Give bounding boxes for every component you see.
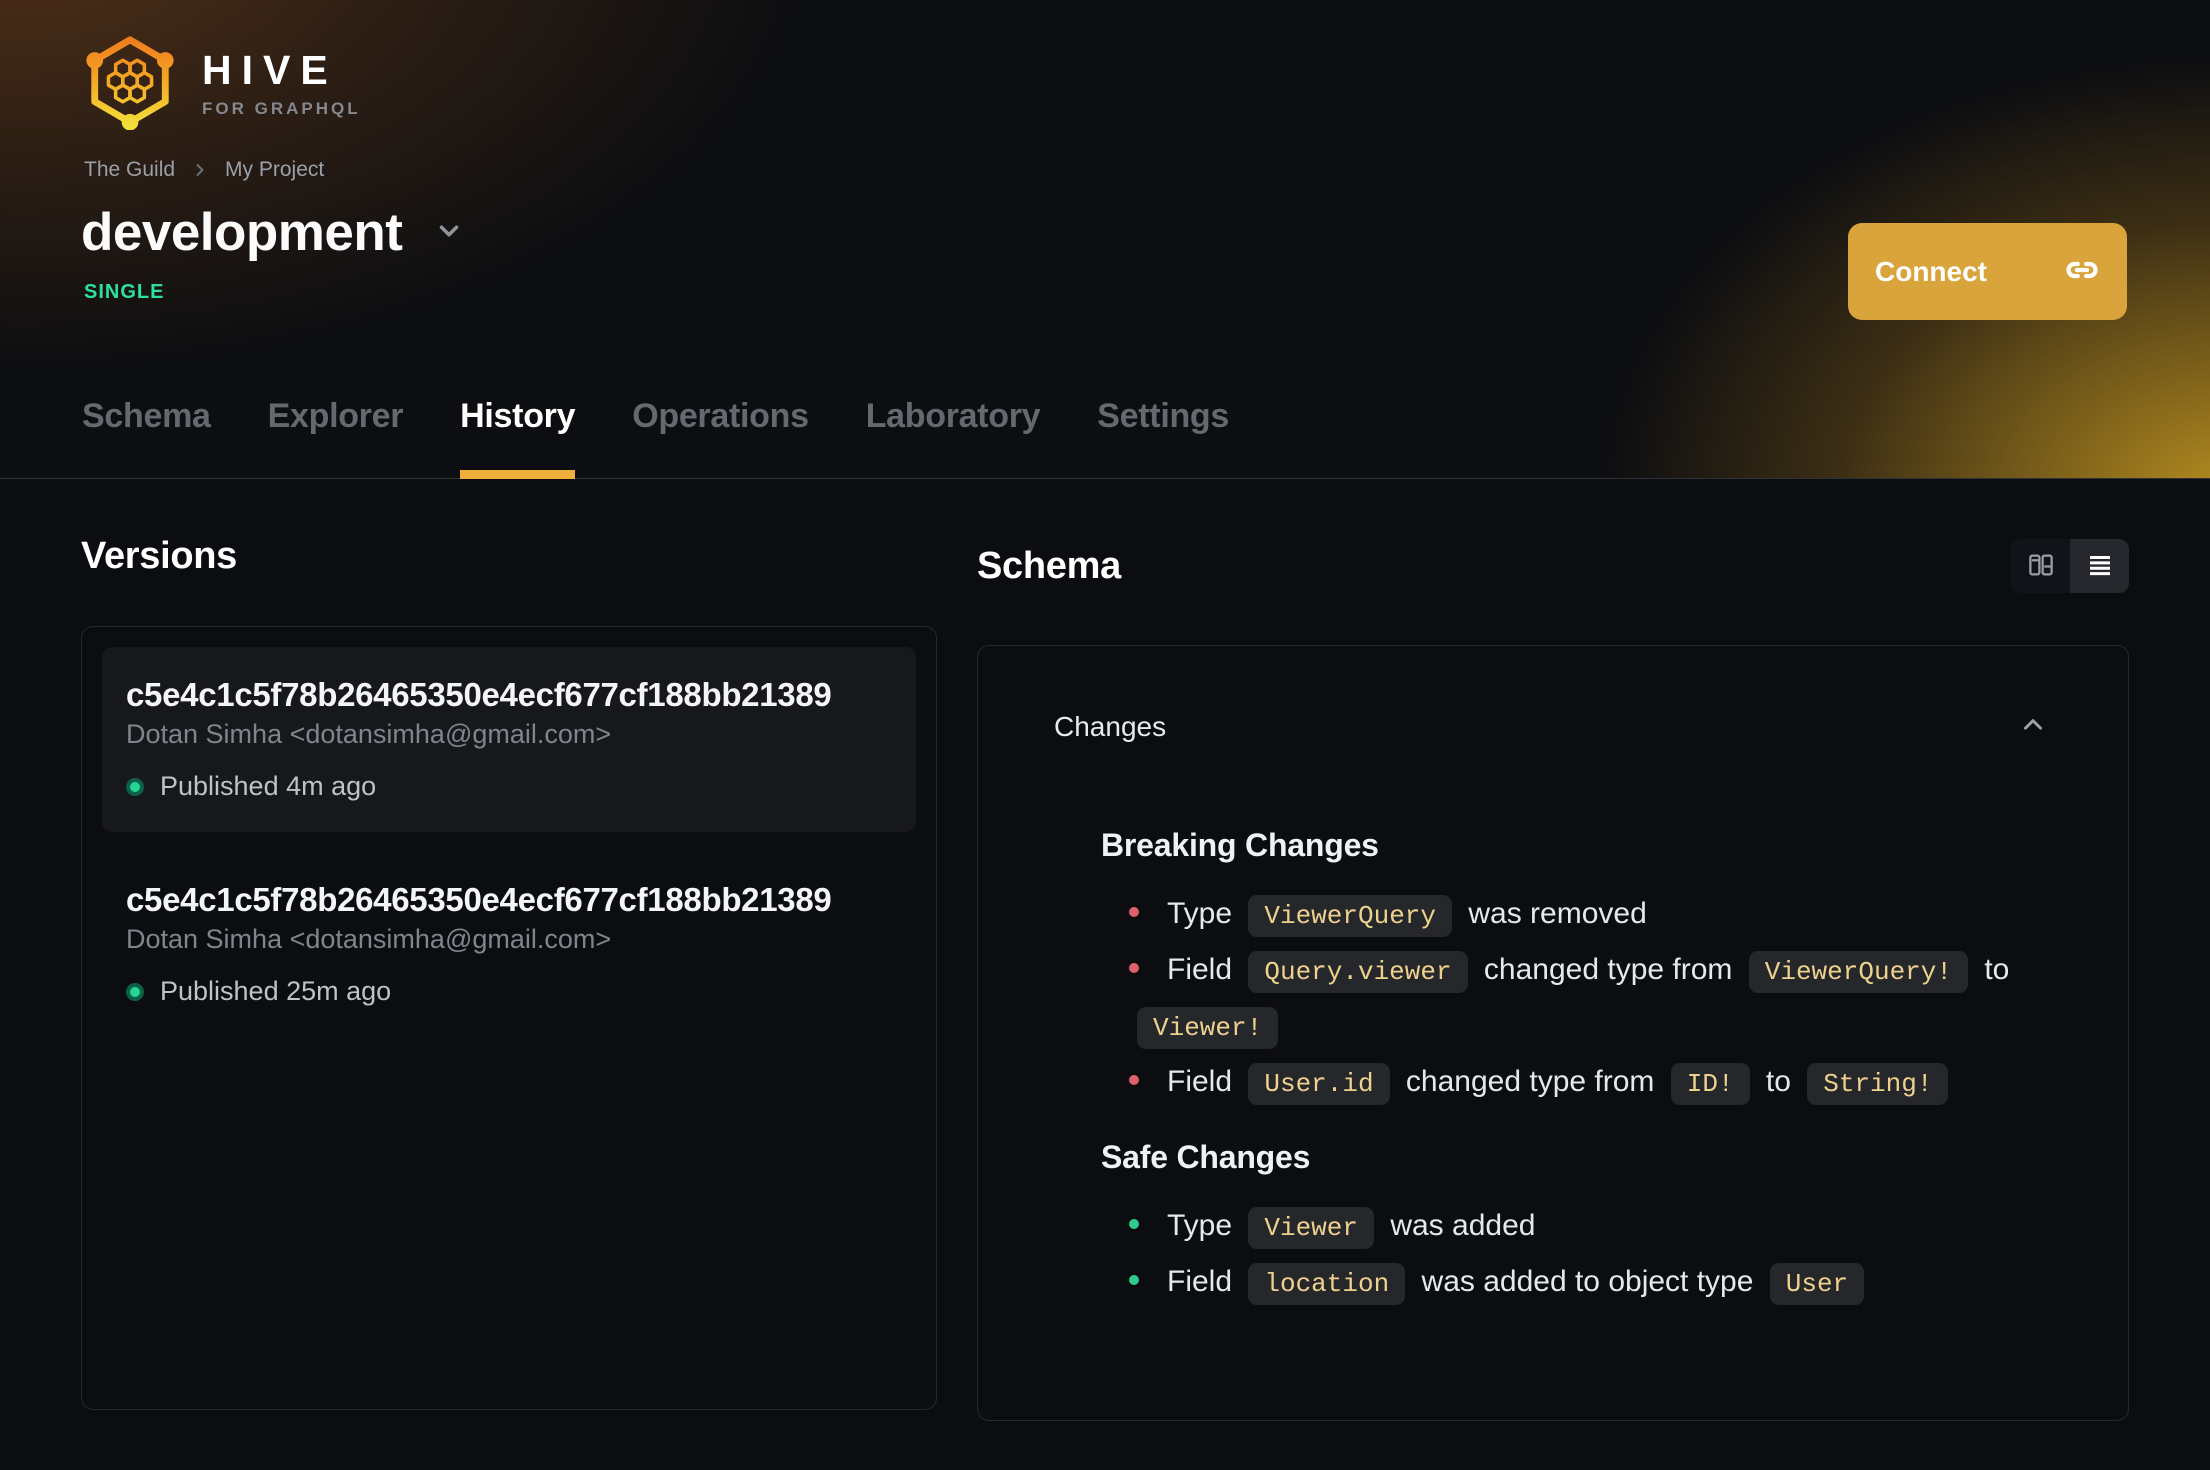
list-view-button[interactable]: [2070, 539, 2129, 593]
versions-column: Versions c5e4c1c5f78b26465350e4ecf677cf1…: [81, 479, 937, 1421]
code-chip: location: [1248, 1263, 1406, 1305]
code-chip: Viewer!: [1137, 1007, 1279, 1049]
columns-view-icon: [2026, 550, 2056, 583]
view-toggle: [2011, 539, 2129, 593]
version-author: Dotan Simha <dotansimha@gmail.com>: [126, 719, 612, 749]
change-item: Type Viewer was added: [1129, 1199, 2052, 1255]
target-mode-badge: SINGLE: [84, 281, 165, 303]
tab-explorer[interactable]: Explorer: [268, 397, 404, 478]
change-item: Type ViewerQuery was removed: [1129, 887, 2052, 943]
breadcrumb-project[interactable]: My Project: [225, 158, 324, 182]
breadcrumb-org[interactable]: The Guild: [84, 158, 175, 182]
code-chip: String!: [1807, 1063, 1949, 1105]
change-section-title: Breaking Changes: [1101, 827, 1379, 863]
safe-bullet-icon: [1129, 1219, 1139, 1229]
main-content: Versions c5e4c1c5f78b26465350e4ecf677cf1…: [0, 479, 2210, 1421]
version-hash: c5e4c1c5f78b26465350e4ecf677cf188bb21389: [126, 676, 832, 713]
connect-button[interactable]: Connect: [1848, 223, 2127, 320]
tab-laboratory[interactable]: Laboratory: [866, 397, 1041, 478]
code-chip: User: [1769, 1263, 1865, 1305]
version-author: Dotan Simha <dotansimha@gmail.com>: [126, 924, 612, 954]
change-item: Field location was added to object type …: [1129, 1255, 2052, 1311]
change-item: Field Query.viewer changed type from Vie…: [1129, 943, 2052, 1055]
page-header: HIVE FOR GRAPHQL The Guild My Project de…: [0, 0, 2210, 479]
breadcrumb: The Guild My Project: [84, 158, 324, 182]
code-chip: Query.viewer: [1248, 951, 1468, 993]
changes-content: Breaking Changes Type ViewerQuery was rem…: [1054, 825, 2052, 1311]
link-icon: [2064, 252, 2100, 291]
hive-hexagon-icon: [80, 32, 180, 135]
collapse-changes-button[interactable]: [2014, 706, 2052, 747]
version-card[interactable]: c5e4c1c5f78b26465350e4ecf677cf188bb21389…: [102, 852, 916, 1037]
tab-schema[interactable]: Schema: [82, 397, 211, 478]
chevron-right-icon: [190, 160, 210, 180]
code-chip: ViewerQuery!: [1748, 951, 1968, 993]
published-dot-icon: [126, 777, 144, 796]
versions-title: Versions: [81, 535, 238, 577]
list-view-icon: [2085, 550, 2115, 583]
published-text: Published 4m ago: [160, 771, 377, 801]
schema-title: Schema: [977, 544, 1121, 587]
breaking-bullet-icon: [1129, 1075, 1139, 1085]
hive-logo[interactable]: HIVE FOR GRAPHQL: [80, 32, 361, 135]
version-hash: c5e4c1c5f78b26465350e4ecf677cf188bb21389: [126, 881, 832, 918]
connect-button-label: Connect: [1875, 255, 1987, 287]
version-status: Published 4m ago: [126, 771, 892, 802]
published-dot-icon: [126, 982, 144, 1001]
schema-column: Schema Changes Breaking Changes Type Vie…: [977, 479, 2129, 1421]
tab-history[interactable]: History: [460, 397, 576, 479]
changes-title: Changes: [1054, 710, 1167, 742]
brand-name: HIVE: [202, 47, 338, 93]
change-item: Field User.id changed type from ID! to S…: [1129, 1055, 2052, 1111]
tab-settings[interactable]: Settings: [1097, 397, 1229, 478]
target-selector[interactable]: development: [81, 200, 464, 266]
version-card[interactable]: c5e4c1c5f78b26465350e4ecf677cf188bb21389…: [102, 647, 916, 832]
brand-tagline: FOR GRAPHQL: [202, 99, 361, 118]
breaking-bullet-icon: [1129, 963, 1139, 973]
changes-panel: Changes Breaking Changes Type ViewerQuery…: [977, 645, 2129, 1421]
breaking-bullet-icon: [1129, 907, 1139, 917]
version-list: c5e4c1c5f78b26465350e4ecf677cf188bb21389…: [81, 626, 937, 1410]
code-chip: ViewerQuery: [1248, 895, 1453, 937]
tab-operations[interactable]: Operations: [632, 397, 809, 478]
tab-bar: Schema Explorer History Operations Laborator…: [82, 397, 1229, 479]
code-chip: Viewer: [1248, 1207, 1374, 1249]
change-section-title: Safe Changes: [1101, 1139, 1311, 1175]
page-title: development: [81, 203, 403, 262]
published-text: Published 25m ago: [160, 976, 392, 1006]
code-chip: ID!: [1670, 1063, 1750, 1105]
columns-view-button[interactable]: [2011, 539, 2070, 593]
breaking-changes-section: Breaking Changes Type ViewerQuery was rem…: [1101, 825, 2052, 1111]
chevron-down-icon: [434, 216, 464, 251]
version-status: Published 25m ago: [126, 976, 892, 1007]
safe-changes-section: Safe Changes Type Viewer was added Field l…: [1101, 1137, 2052, 1311]
safe-bullet-icon: [1129, 1275, 1139, 1285]
code-chip: User.id: [1248, 1063, 1390, 1105]
chevron-up-icon: [2018, 710, 2048, 743]
